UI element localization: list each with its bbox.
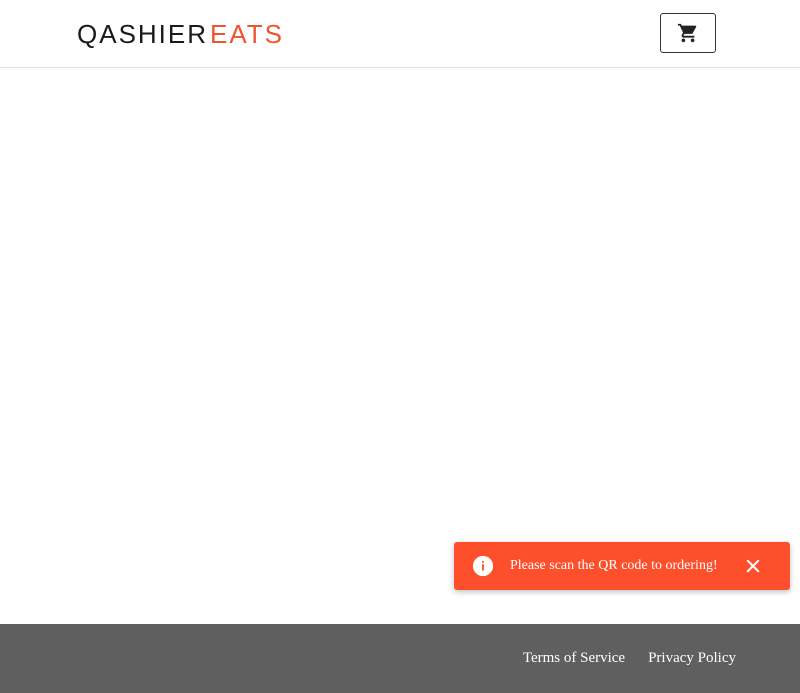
page: QASHIER EATS Please scan the QR code to …	[0, 0, 800, 693]
header: QASHIER EATS	[0, 0, 800, 68]
main-content	[0, 68, 800, 624]
logo[interactable]: QASHIER EATS	[77, 17, 284, 51]
logo-accent-text: EATS	[210, 19, 285, 49]
notification-toast: Please scan the QR code to ordering!	[454, 542, 790, 590]
logo-primary-text: QASHIER	[77, 19, 209, 49]
close-icon[interactable]	[743, 556, 763, 576]
info-icon	[472, 555, 494, 577]
terms-of-service-link[interactable]: Terms of Service	[523, 650, 625, 667]
privacy-policy-link[interactable]: Privacy Policy	[648, 650, 736, 667]
toast-message: Please scan the QR code to ordering!	[510, 558, 718, 573]
cart-button[interactable]	[660, 13, 716, 53]
footer-links: Terms of Service Privacy Policy	[523, 624, 736, 693]
footer: Terms of Service Privacy Policy	[0, 624, 800, 693]
shopping-cart-icon	[677, 22, 699, 44]
